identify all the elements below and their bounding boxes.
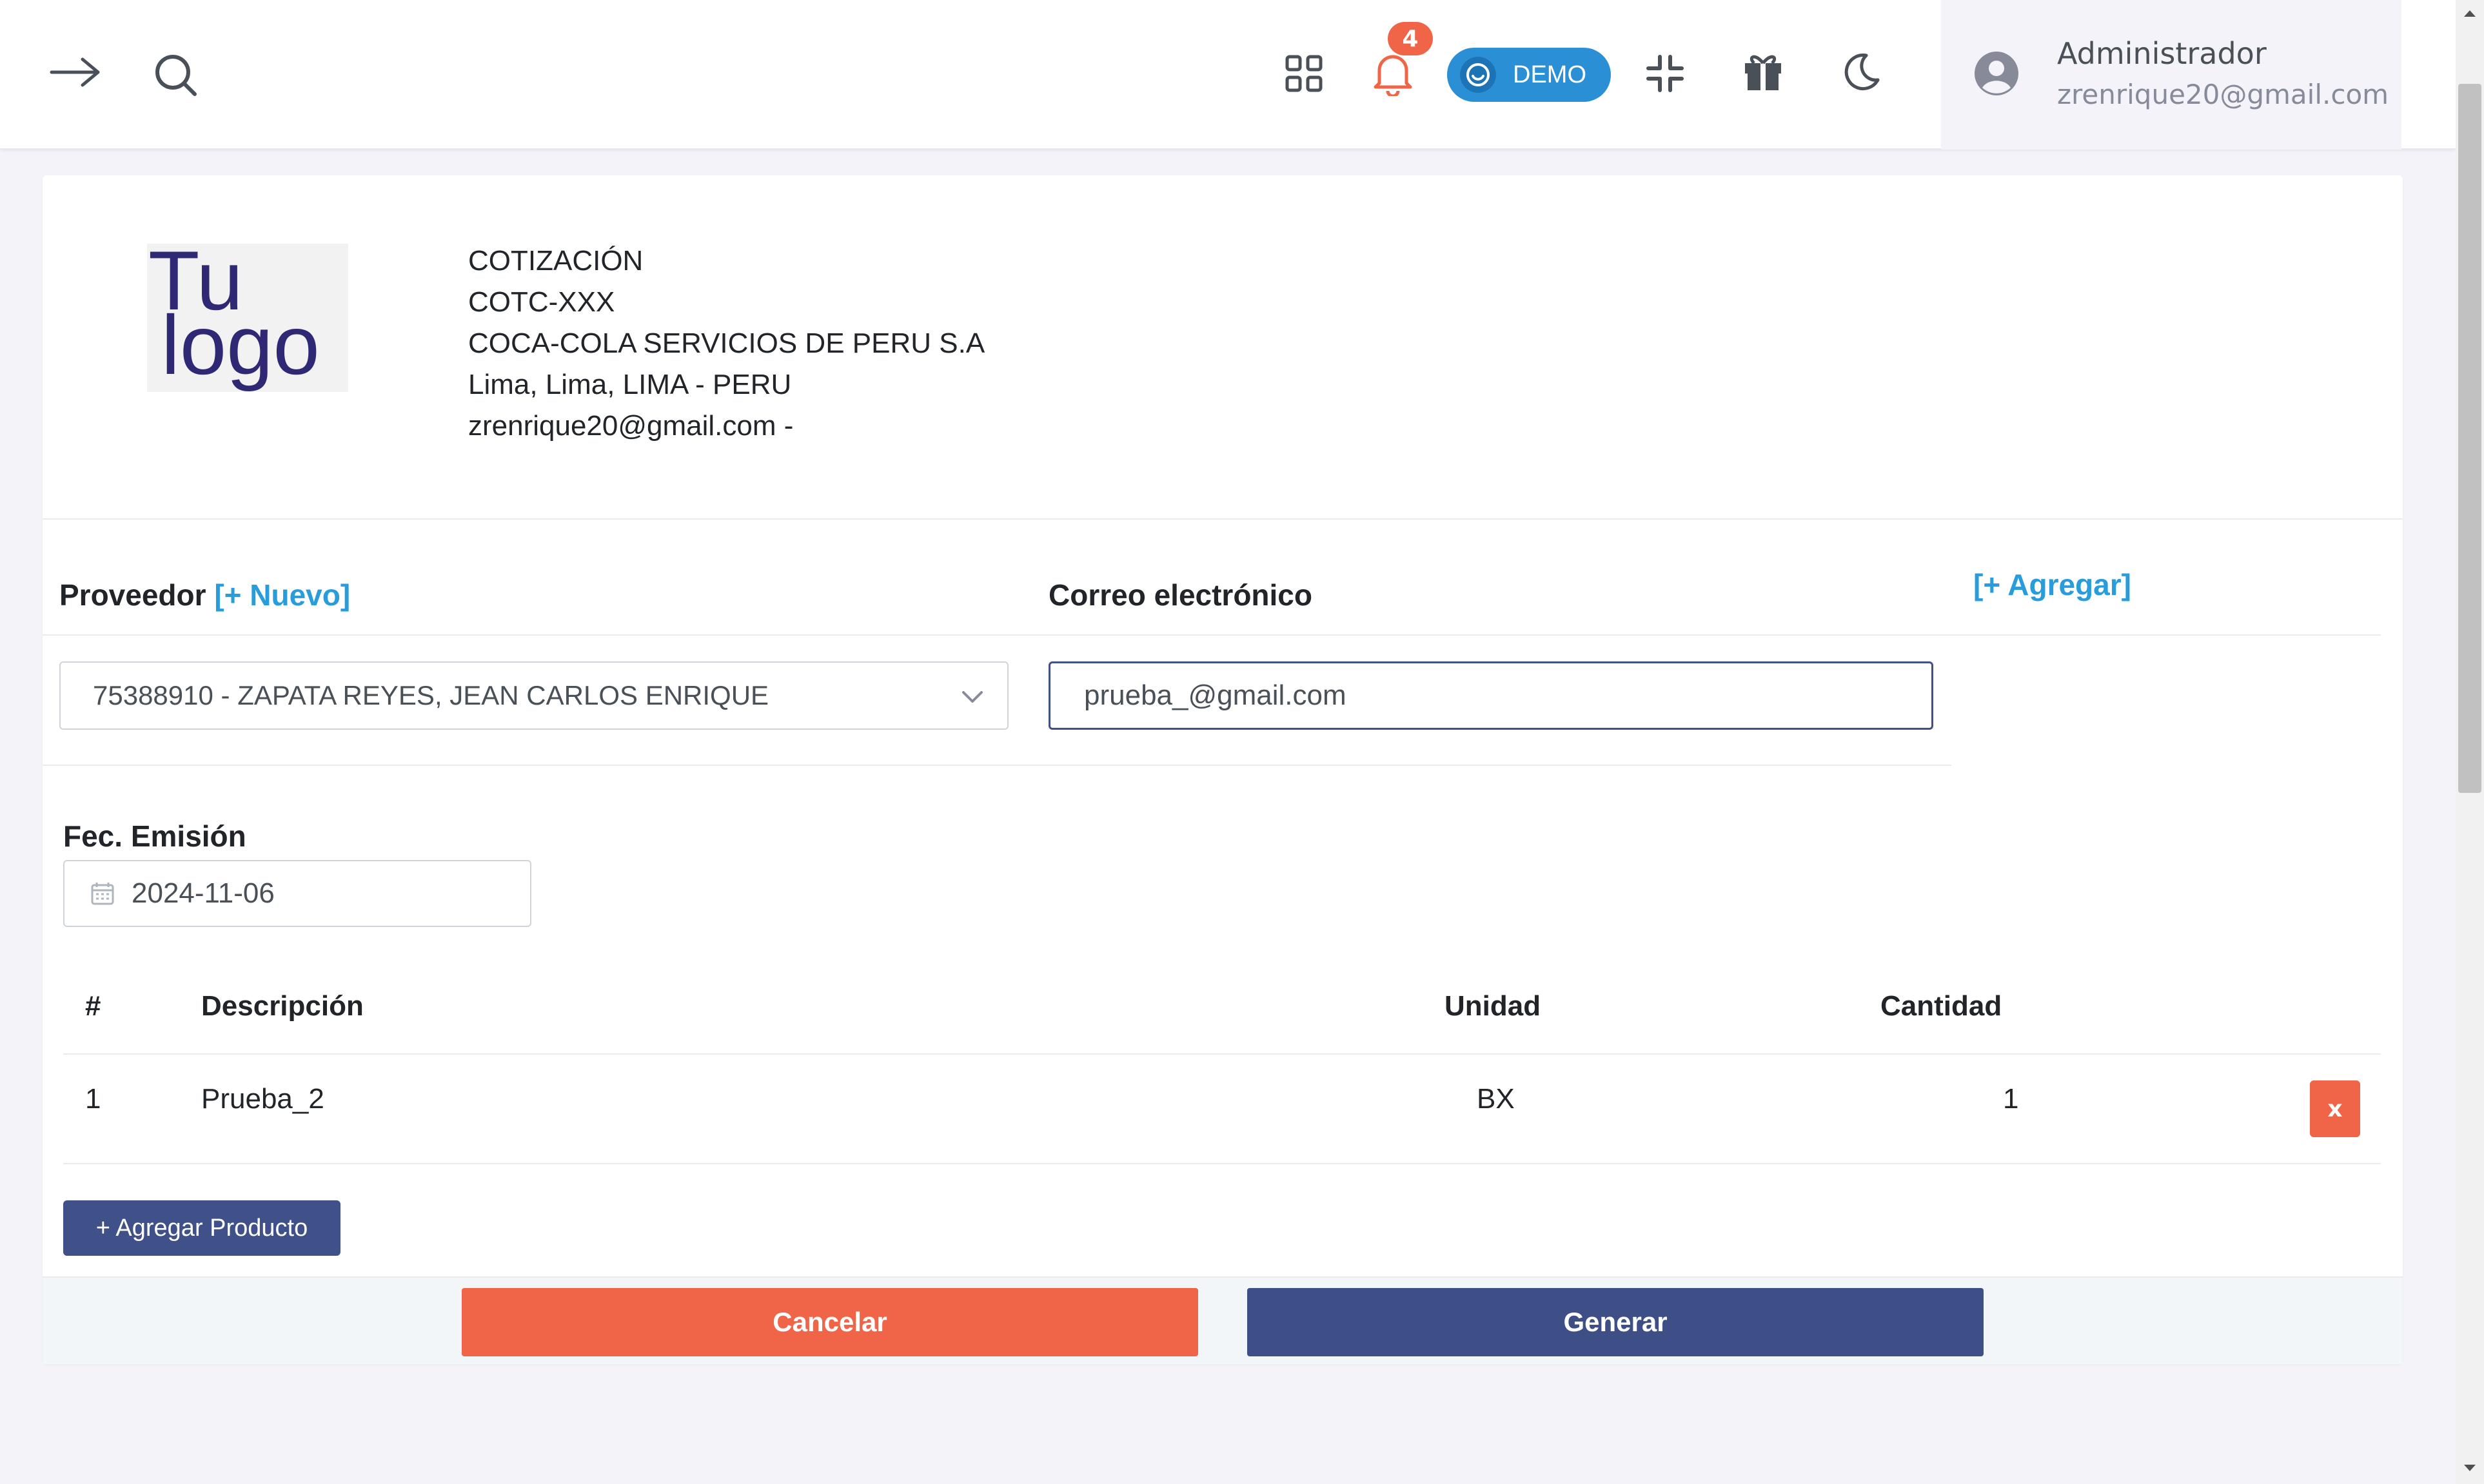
demo-toggle[interactable]: DEMO bbox=[1447, 48, 1611, 102]
new-proveedor-link[interactable]: [+ Nuevo] bbox=[214, 578, 350, 612]
scroll-up-arrow-icon[interactable] bbox=[2458, 4, 2481, 23]
row-cantidad: 1 bbox=[2003, 1083, 2019, 1115]
user-name: Administrador bbox=[2057, 36, 2267, 71]
divider bbox=[43, 634, 2381, 636]
chevron-down-icon bbox=[960, 683, 985, 716]
bell-icon[interactable] bbox=[1367, 48, 1419, 99]
add-product-button[interactable]: + Agregar Producto bbox=[63, 1200, 340, 1256]
correo-label: Correo electrónico bbox=[1049, 578, 1312, 612]
row-num: 1 bbox=[85, 1083, 101, 1115]
table-row: 1 Prueba_2 BX 1 bbox=[63, 1055, 2381, 1163]
doc-number: COTC-XXX bbox=[468, 286, 615, 318]
proveedor-select[interactable]: 75388910 - ZAPATA REYES, JEAN CARLOS ENR… bbox=[59, 661, 1009, 730]
scrollbar-thumb[interactable] bbox=[2458, 84, 2481, 793]
table-header-cantidad: Cantidad bbox=[1880, 990, 2002, 1022]
table-header-descripcion: Descripción bbox=[201, 990, 364, 1022]
calendar-icon bbox=[90, 881, 115, 906]
notification-count-badge: 4 bbox=[1388, 22, 1433, 55]
table-header-num: # bbox=[85, 990, 101, 1022]
fecha-label: Fec. Emisión bbox=[63, 819, 246, 853]
logo-text-line2: logo bbox=[161, 298, 320, 392]
minimize-icon[interactable] bbox=[1639, 48, 1691, 99]
delete-row-button[interactable]: x bbox=[2310, 1080, 2360, 1137]
quotation-card bbox=[43, 175, 2403, 1364]
generate-button[interactable]: Generar bbox=[1247, 1288, 1984, 1356]
proveedor-label-group: Proveedor [+ Nuevo] bbox=[59, 578, 350, 612]
row-descripcion: Prueba_2 bbox=[201, 1083, 324, 1115]
card-footer bbox=[43, 1276, 2403, 1364]
email-input[interactable] bbox=[1049, 661, 1933, 730]
doc-type: COTIZACIÓN bbox=[468, 245, 644, 277]
proveedor-selected-value: 75388910 - ZAPATA REYES, JEAN CARLOS ENR… bbox=[93, 680, 769, 710]
company-email: zrenrique20@gmail.com - bbox=[468, 410, 794, 442]
smile-icon bbox=[1460, 57, 1496, 93]
divider bbox=[43, 518, 2403, 520]
demo-label: DEMO bbox=[1513, 61, 1586, 88]
company-address: Lima, Lima, LIMA - PERU bbox=[468, 369, 792, 400]
search-icon[interactable] bbox=[147, 46, 205, 104]
user-avatar-icon[interactable] bbox=[1971, 48, 2022, 99]
scroll-down-arrow-icon[interactable] bbox=[2458, 1458, 2481, 1478]
proveedor-label: Proveedor bbox=[59, 578, 206, 612]
fecha-value: 2024-11-06 bbox=[132, 877, 275, 909]
cancel-button[interactable]: Cancelar bbox=[462, 1288, 1198, 1356]
row-unidad: BX bbox=[1477, 1083, 1515, 1115]
apps-grid-icon[interactable] bbox=[1278, 48, 1330, 99]
company-logo: Tu logo bbox=[147, 239, 348, 392]
gift-icon[interactable] bbox=[1737, 46, 1789, 98]
add-email-link[interactable]: [+ Agregar] bbox=[1973, 567, 2131, 602]
table-header-unidad: Unidad bbox=[1444, 990, 1541, 1022]
fecha-emision-input[interactable]: 2024-11-06 bbox=[63, 860, 531, 927]
arrow-right-icon[interactable] bbox=[46, 46, 104, 98]
user-email: zrenrique20@gmail.com bbox=[2057, 79, 2389, 110]
divider bbox=[43, 765, 1951, 766]
moon-icon[interactable] bbox=[1835, 46, 1887, 98]
divider bbox=[63, 1163, 2381, 1164]
company-name: COCA-COLA SERVICIOS DE PERU S.A bbox=[468, 327, 985, 359]
